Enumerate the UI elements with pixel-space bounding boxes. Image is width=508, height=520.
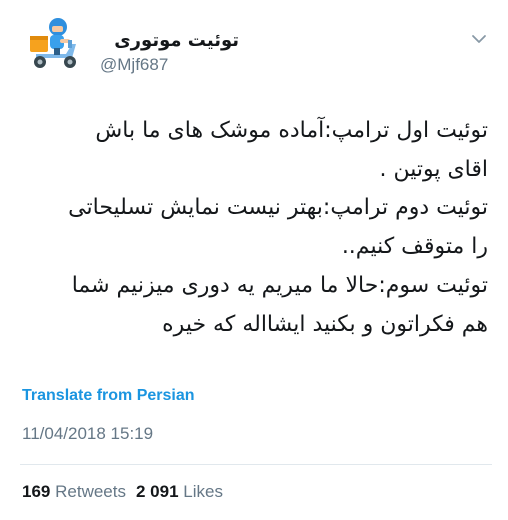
- likes-label: Likes: [183, 482, 223, 501]
- avatar[interactable]: [22, 14, 86, 78]
- likes-count: 2 091: [135, 482, 179, 501]
- likes-stat[interactable]: 2 091 Likes: [136, 482, 223, 501]
- tweet-text-line: توئیت سوم:حالا ما میریم یه دوری میزنیم ش…: [71, 272, 488, 298]
- divider: [20, 464, 492, 465]
- tweet-text-line: هم فکراتون و بکنید ایشااله که خیره: [162, 311, 488, 337]
- engagement-stats: 169 Retweets 2 091 Likes: [22, 482, 223, 502]
- retweets-stat[interactable]: 169 Retweets: [22, 482, 126, 501]
- display-name[interactable]: توئیت موتوری: [114, 30, 239, 51]
- tweet-text-line: توئیت دوم ترامپ:بهتر نیست نمایش تسلیحاتی: [68, 195, 488, 221]
- scooter-delivery-icon: [30, 18, 76, 68]
- retweets-count: 169: [22, 482, 51, 501]
- user-handle[interactable]: @Mjf687: [100, 55, 168, 75]
- chevron-down-icon[interactable]: [470, 30, 488, 48]
- tweet-text-line: را متوقف کنیم..: [341, 234, 488, 260]
- retweets-label: Retweets: [55, 482, 126, 501]
- timestamp[interactable]: 11/04/2018 15:19: [22, 424, 153, 444]
- tweet-card: توئیت موتوری @Mjf687 توئیت اول ترامپ:آما…: [0, 0, 508, 520]
- tweet-text: توئیت اول ترامپ:آماده موشک های ما باش اق…: [20, 112, 488, 344]
- translate-link[interactable]: Translate from Persian: [22, 387, 195, 405]
- tweet-text-line: توئیت اول ترامپ:آماده موشک های ما باش: [95, 118, 488, 143]
- tweet-text-line: اقای پوتین .: [379, 156, 488, 182]
